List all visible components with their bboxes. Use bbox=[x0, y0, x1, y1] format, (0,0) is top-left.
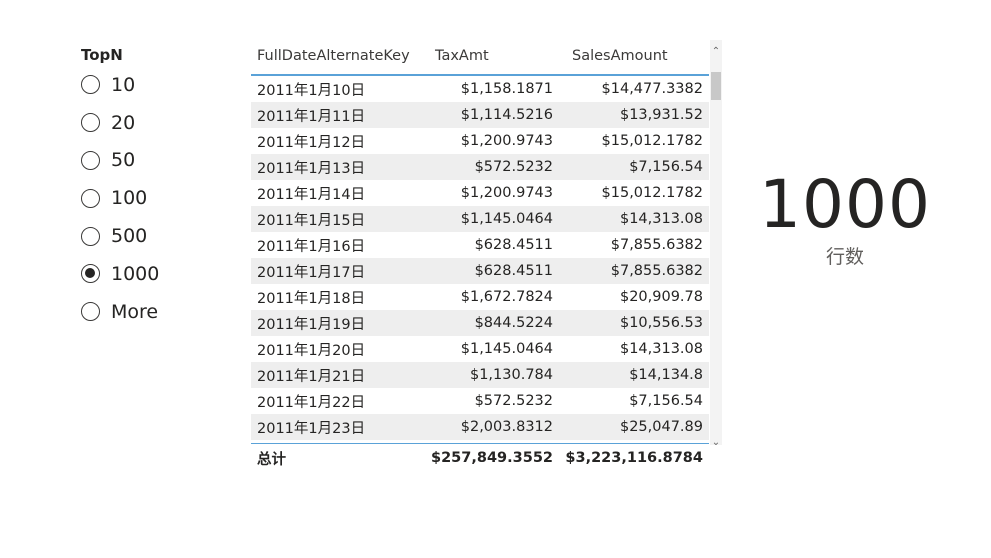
table-row[interactable]: 2011年1月22日 $572.5232 $7,156.54 bbox=[251, 388, 709, 414]
table-row[interactable]: 2011年1月18日 $1,672.7824 $20,909.78 bbox=[251, 284, 709, 310]
row-count-card: 1000 行数 bbox=[745, 165, 945, 269]
data-table: FullDateAlternateKey TaxAmt SalesAmount … bbox=[251, 37, 709, 472]
cell-salesamount: $14,313.08 bbox=[619, 341, 703, 357]
cell-taxamt: $1,672.7824 bbox=[460, 289, 553, 305]
slicer-option-500[interactable]: 500 bbox=[81, 217, 231, 255]
cell-taxamt: $1,200.9743 bbox=[460, 185, 553, 201]
slicer-option-20[interactable]: 20 bbox=[81, 104, 231, 142]
cell-taxamt: $1,130.784 bbox=[469, 367, 553, 383]
radio-unchecked-icon[interactable] bbox=[81, 113, 100, 133]
cell-salesamount: $7,156.54 bbox=[629, 159, 703, 175]
table-body: 2011年1月10日 $1,158.1871 $14,477.3382 2011年1月… bbox=[251, 76, 709, 444]
slicer-option-10[interactable]: 10 bbox=[81, 66, 231, 104]
cell-salesamount: $14,134.8 bbox=[629, 367, 703, 383]
column-header-taxamt[interactable]: TaxAmt bbox=[429, 48, 556, 64]
table-row[interactable]: 2011年1月20日 $1,145.0464 $14,313.08 bbox=[251, 336, 709, 362]
cell-taxamt: $1,158.1871 bbox=[460, 81, 553, 97]
slicer-option-50[interactable]: 50 bbox=[81, 142, 231, 180]
column-header-salesamount[interactable]: SalesAmount bbox=[556, 48, 709, 64]
card-value: 1000 bbox=[759, 166, 931, 243]
cell-salesamount: $7,156.54 bbox=[629, 393, 703, 409]
cell-date: 2011年1月18日 bbox=[257, 290, 366, 307]
cell-date: 2011年1月17日 bbox=[257, 264, 366, 281]
table-row[interactable]: 2011年1月21日 $1,130.784 $14,134.8 bbox=[251, 362, 709, 388]
table-row[interactable]: 2011年1月11日 $1,114.5216 $13,931.52 bbox=[251, 102, 709, 128]
total-salesamount: $3,223,116.8784 bbox=[565, 450, 703, 466]
cell-salesamount: $15,012.1782 bbox=[601, 185, 703, 201]
cell-salesamount: $7,855.6382 bbox=[610, 237, 703, 253]
cell-taxamt: $2,003.8312 bbox=[460, 419, 553, 435]
cell-date: 2011年1月19日 bbox=[257, 316, 366, 333]
cell-date: 2011年1月12日 bbox=[257, 134, 366, 151]
cell-taxamt: $1,145.0464 bbox=[460, 341, 553, 357]
slicer-option-label: 10 bbox=[111, 73, 136, 96]
radio-unchecked-icon[interactable] bbox=[81, 226, 100, 246]
slicer-option-label: 100 bbox=[111, 187, 148, 210]
table-scrollbar[interactable]: ⌃ ⌄ bbox=[710, 40, 722, 448]
cell-date: 2011年1月15日 bbox=[257, 212, 366, 229]
radio-unchecked-icon[interactable] bbox=[81, 302, 100, 322]
slicer-option-label: More bbox=[111, 300, 159, 323]
cell-date: 2011年1月21日 bbox=[257, 368, 366, 385]
cell-date: 2011年1月16日 bbox=[257, 238, 366, 255]
table-row[interactable]: 2011年1月17日 $628.4511 $7,855.6382 bbox=[251, 258, 709, 284]
radio-unchecked-icon[interactable] bbox=[81, 188, 100, 208]
radio-unchecked-icon[interactable] bbox=[81, 75, 100, 95]
scrollbar-thumb[interactable] bbox=[711, 72, 721, 100]
cell-taxamt: $572.5232 bbox=[474, 393, 553, 409]
table-total-row: 总计 $257,849.3552 $3,223,116.8784 bbox=[251, 444, 709, 472]
cell-date: 2011年1月14日 bbox=[257, 186, 366, 203]
slicer-option-label: 20 bbox=[111, 111, 136, 134]
slicer-title: TopN bbox=[81, 46, 123, 64]
topn-slicer: TopN 10 20 50 100 500 1000 More bbox=[81, 44, 231, 331]
cell-taxamt: $1,200.9743 bbox=[460, 133, 553, 149]
radio-unchecked-icon[interactable] bbox=[81, 150, 100, 170]
cell-date: 2011年1月10日 bbox=[257, 82, 366, 99]
cell-date: 2011年1月20日 bbox=[257, 342, 366, 359]
cell-taxamt: $628.4511 bbox=[474, 237, 553, 253]
table-row[interactable]: 2011年1月13日 $572.5232 $7,156.54 bbox=[251, 154, 709, 180]
cell-salesamount: $7,855.6382 bbox=[610, 263, 703, 279]
slicer-options: 10 20 50 100 500 1000 More bbox=[81, 66, 231, 331]
card-label: 行数 bbox=[825, 246, 864, 268]
table-row[interactable]: 2011年1月19日 $844.5224 $10,556.53 bbox=[251, 310, 709, 336]
table-header: FullDateAlternateKey TaxAmt SalesAmount bbox=[251, 37, 709, 76]
cell-taxamt: $572.5232 bbox=[474, 159, 553, 175]
chevron-up-icon[interactable]: ⌃ bbox=[710, 46, 722, 58]
slicer-option-more[interactable]: More bbox=[81, 293, 231, 331]
table-row[interactable]: 2011年1月15日 $1,145.0464 $14,313.08 bbox=[251, 206, 709, 232]
cell-salesamount: $25,047.89 bbox=[619, 419, 703, 435]
slicer-option-label: 50 bbox=[111, 149, 136, 172]
cell-salesamount: $20,909.78 bbox=[619, 289, 703, 305]
slicer-option-label: 500 bbox=[111, 225, 148, 248]
column-header-fulldatealternatekey[interactable]: FullDateAlternateKey bbox=[251, 48, 429, 64]
table-row[interactable]: 2011年1月23日 $2,003.8312 $25,047.89 bbox=[251, 414, 709, 440]
cell-taxamt: $628.4511 bbox=[474, 263, 553, 279]
total-label: 总计 bbox=[257, 451, 286, 468]
chevron-down-icon[interactable]: ⌄ bbox=[710, 437, 722, 449]
cell-salesamount: $14,477.3382 bbox=[601, 81, 703, 97]
cell-taxamt: $1,145.0464 bbox=[460, 211, 553, 227]
cell-date: 2011年1月13日 bbox=[257, 160, 366, 177]
cell-date: 2011年1月11日 bbox=[257, 108, 366, 125]
cell-salesamount: $10,556.53 bbox=[619, 315, 703, 331]
cell-salesamount: $13,931.52 bbox=[619, 107, 703, 123]
cell-salesamount: $15,012.1782 bbox=[601, 133, 703, 149]
total-taxamt: $257,849.3552 bbox=[431, 450, 553, 466]
cell-date: 2011年1月22日 bbox=[257, 394, 366, 411]
slicer-option-label: 1000 bbox=[111, 262, 160, 285]
slicer-option-1000[interactable]: 1000 bbox=[81, 255, 231, 293]
table-row[interactable]: 2011年1月10日 $1,158.1871 $14,477.3382 bbox=[251, 76, 709, 102]
table-row[interactable]: 2011年1月14日 $1,200.9743 $15,012.1782 bbox=[251, 180, 709, 206]
table-row[interactable]: 2011年1月16日 $628.4511 $7,855.6382 bbox=[251, 232, 709, 258]
cell-date: 2011年1月23日 bbox=[257, 420, 366, 437]
table-row[interactable]: 2011年1月12日 $1,200.9743 $15,012.1782 bbox=[251, 128, 709, 154]
slicer-option-100[interactable]: 100 bbox=[81, 179, 231, 217]
cell-taxamt: $1,114.5216 bbox=[460, 107, 553, 123]
cell-salesamount: $14,313.08 bbox=[619, 211, 703, 227]
radio-checked-icon[interactable] bbox=[81, 264, 100, 284]
cell-taxamt: $844.5224 bbox=[474, 315, 553, 331]
